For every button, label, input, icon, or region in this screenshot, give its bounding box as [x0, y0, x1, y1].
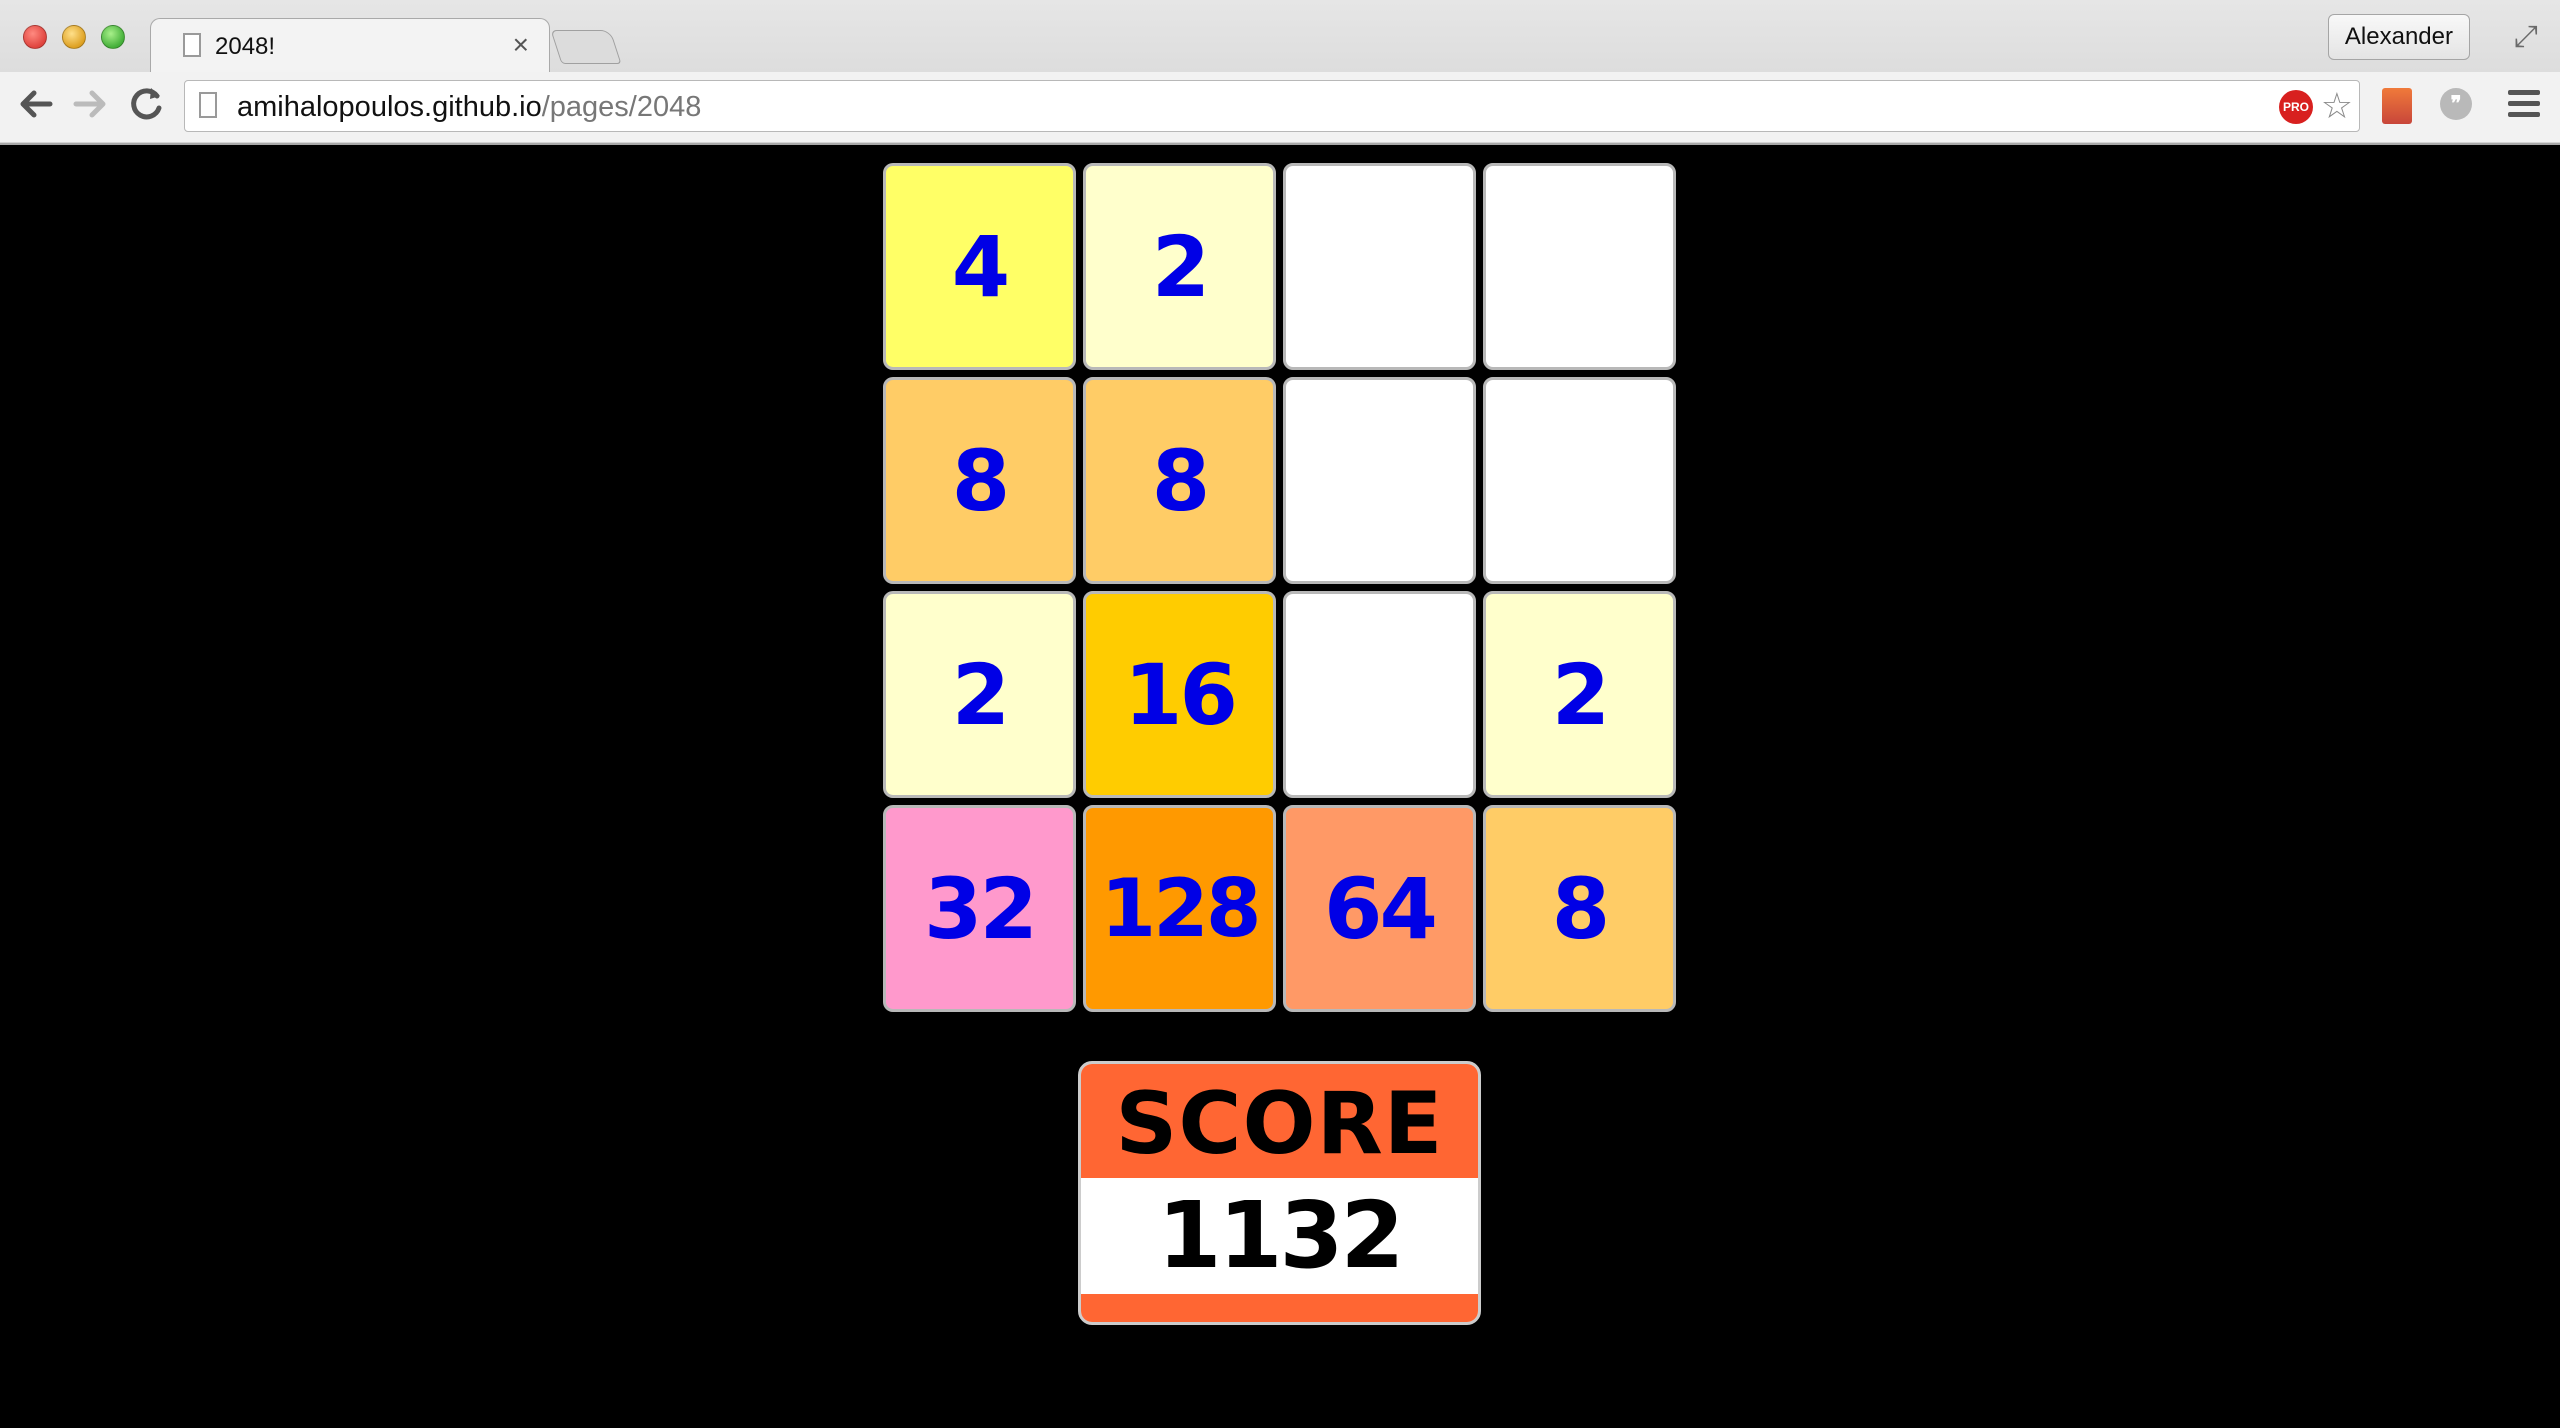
extension-icon[interactable]: [2382, 88, 2412, 124]
tile-32: 32: [883, 805, 1076, 1012]
tab-title: 2048!: [215, 33, 276, 60]
reload-icon[interactable]: [124, 82, 168, 126]
tile-8: 8: [883, 377, 1076, 584]
close-icon[interactable]: ×: [513, 29, 529, 61]
new-tab-button[interactable]: [550, 30, 622, 64]
toolbar: amihalopoulos.github.io/pages/2048 PRO ☆…: [0, 72, 2560, 142]
address-bar[interactable]: amihalopoulos.github.io/pages/2048 PRO ☆: [184, 80, 2360, 132]
score-value: 1132: [1081, 1178, 1478, 1294]
tile-empty: [1283, 591, 1476, 798]
tile-2: 2: [1483, 591, 1676, 798]
bookmark-star-icon[interactable]: ☆: [2321, 85, 2353, 127]
menu-icon[interactable]: [2508, 90, 2540, 123]
tile-empty: [1483, 377, 1676, 584]
fullscreen-icon[interactable]: ⤢: [2514, 20, 2538, 54]
tile-4: 4: [883, 163, 1076, 370]
url-host: amihalopoulos.github.io: [237, 91, 542, 123]
tile-16: 16: [1083, 591, 1276, 798]
window-maximize-button[interactable]: [101, 25, 125, 49]
score-label: SCORE: [1081, 1064, 1478, 1178]
url-path: /pages/2048: [541, 91, 702, 123]
tile-2: 2: [883, 591, 1076, 798]
url-text[interactable]: amihalopoulos.github.io/pages/2048: [237, 91, 701, 124]
score-footer-bar: [1081, 1294, 1478, 1322]
browser-chrome: 2048! × Alexander ⤢ amihalopoulos.github…: [0, 0, 2560, 145]
tile-empty: [1483, 163, 1676, 370]
tile-128: 128: [1083, 805, 1276, 1012]
tab-strip: 2048! × Alexander ⤢: [0, 0, 2560, 74]
page-icon: [199, 92, 217, 118]
window-close-button[interactable]: [23, 25, 47, 49]
forward-arrow-icon[interactable]: [68, 82, 112, 126]
tile-empty: [1283, 377, 1476, 584]
tile-2: 2: [1083, 163, 1276, 370]
game-board: 4 2 8 8 2 16 2 32 128 64 8: [883, 163, 1677, 1016]
tile-8: 8: [1083, 377, 1276, 584]
tab-active[interactable]: 2048! ×: [150, 18, 550, 74]
score-panel: SCORE 1132: [1078, 1061, 1481, 1325]
page-icon: [183, 33, 201, 57]
back-arrow-icon[interactable]: [14, 82, 58, 126]
profile-button[interactable]: Alexander: [2327, 14, 2470, 60]
tile-empty: [1283, 163, 1476, 370]
speech-bubble-icon[interactable]: ❞: [2440, 88, 2472, 120]
tile-8: 8: [1483, 805, 1676, 1012]
pro-extension-badge[interactable]: PRO: [2279, 90, 2313, 124]
tile-64: 64: [1283, 805, 1476, 1012]
window-minimize-button[interactable]: [62, 25, 86, 49]
